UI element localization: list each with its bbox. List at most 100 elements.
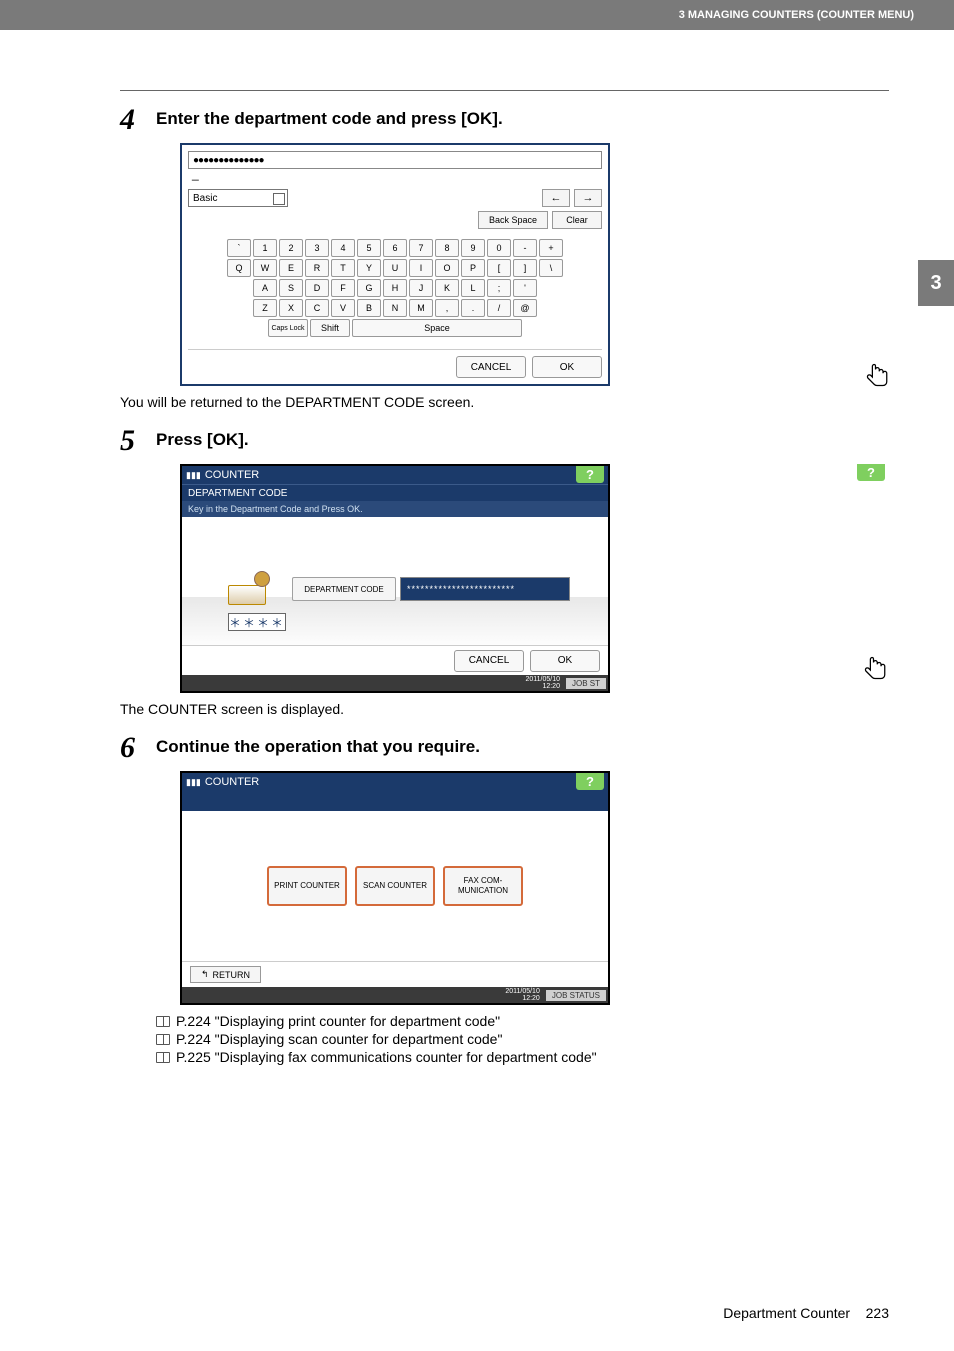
key[interactable]: 7 [409, 239, 433, 257]
key[interactable]: N [383, 299, 407, 317]
masked-input: ●●●●●●●●●●●●●● [193, 155, 264, 166]
key[interactable]: Z [253, 299, 277, 317]
arrow-left-button[interactable]: ← [542, 189, 570, 207]
counter-body: PRINT COUNTER SCAN COUNTER FAX COM- MUNI… [182, 811, 608, 961]
cursor-hand-icon [863, 362, 893, 392]
key[interactable]: @ [513, 299, 537, 317]
header-title: 3 MANAGING COUNTERS (COUNTER MENU) [679, 9, 914, 21]
scan-counter-button[interactable]: SCAN COUNTER [355, 866, 435, 906]
key[interactable]: \ [539, 259, 563, 277]
key[interactable]: ' [513, 279, 537, 297]
cursor-hand-icon [861, 655, 891, 685]
key[interactable]: G [357, 279, 381, 297]
dept-body: DEPARTMENT CODE ************************… [182, 517, 608, 645]
job-status-button[interactable]: JOB STATUS [546, 990, 606, 1001]
key[interactable]: / [487, 299, 511, 317]
step5-note: The COUNTER screen is displayed. [120, 701, 889, 717]
row-a: A S D F G H J K L ; ' [253, 279, 537, 297]
footer-section: Department Counter [723, 1305, 850, 1321]
ok-button[interactable]: OK [530, 650, 600, 672]
key[interactable]: L [461, 279, 485, 297]
department-code-button[interactable]: DEPARTMENT CODE [292, 577, 396, 601]
key[interactable]: 3 [305, 239, 329, 257]
clear-button[interactable]: Clear [552, 211, 602, 229]
key[interactable]: ; [487, 279, 511, 297]
space-key[interactable]: Space [352, 319, 522, 337]
key[interactable]: 6 [383, 239, 407, 257]
backspace-button[interactable]: Back Space [478, 211, 548, 229]
field-mask: ************************ [407, 584, 515, 594]
key[interactable]: M [409, 299, 433, 317]
key[interactable]: 8 [435, 239, 459, 257]
key[interactable]: B [357, 299, 381, 317]
help-button[interactable]: ? [576, 466, 604, 483]
counter-icon: ▮▮▮ [186, 470, 201, 481]
key[interactable]: F [331, 279, 355, 297]
page-footer: Department Counter 223 [723, 1305, 889, 1321]
help-button[interactable]: ? [576, 773, 604, 790]
ok-button[interactable]: OK [532, 356, 602, 378]
return-label: RETURN [213, 970, 251, 980]
key[interactable]: E [279, 259, 303, 277]
references: P.224 "Displaying print counter for depa… [156, 1013, 889, 1065]
fax-communication-button[interactable]: FAX COM- MUNICATION [443, 866, 523, 906]
key[interactable]: 0 [487, 239, 511, 257]
key[interactable]: A [253, 279, 277, 297]
key[interactable]: ] [513, 259, 537, 277]
key[interactable]: Q [227, 259, 251, 277]
key[interactable]: V [331, 299, 355, 317]
screen-title: COUNTER [205, 776, 259, 788]
counter-button-group: PRINT COUNTER SCAN COUNTER FAX COM- MUNI… [267, 866, 523, 906]
return-button[interactable]: ↰ RETURN [190, 966, 261, 983]
department-code-field[interactable]: ************************ [400, 577, 570, 601]
key[interactable]: D [305, 279, 329, 297]
step-number: 6 [120, 731, 156, 765]
stars-box: ＊＊＊＊ [228, 613, 286, 631]
step-title: Continue the operation that you require. [156, 731, 480, 757]
book-icon [156, 1052, 170, 1063]
key[interactable]: K [435, 279, 459, 297]
screen-titlebar: ▮▮▮ COUNTER ? [182, 466, 608, 484]
shift-key[interactable]: Shift [310, 319, 350, 337]
cancel-button[interactable]: CANCEL [454, 650, 524, 672]
key[interactable]: 2 [279, 239, 303, 257]
key[interactable]: C [305, 299, 329, 317]
row-z: Z X C V B N M , . / @ [253, 299, 537, 317]
key[interactable]: T [331, 259, 355, 277]
key[interactable]: + [539, 239, 563, 257]
card-icon [228, 575, 270, 605]
return-arrow-icon: ↰ [201, 969, 209, 980]
key[interactable]: R [305, 259, 329, 277]
screen-subtitle-bar: DEPARTMENT CODE ? [182, 484, 608, 501]
key[interactable]: [ [487, 259, 511, 277]
key[interactable]: S [279, 279, 303, 297]
key[interactable]: P [461, 259, 485, 277]
key[interactable]: 9 [461, 239, 485, 257]
key[interactable]: 1 [253, 239, 277, 257]
key[interactable]: Y [357, 259, 381, 277]
key[interactable]: O [435, 259, 459, 277]
keyboard-mode-select[interactable]: Basic [188, 189, 288, 207]
job-status-button[interactable]: JOB ST [566, 678, 606, 689]
caps-lock-key[interactable]: Caps Lock [268, 319, 308, 337]
key[interactable]: 4 [331, 239, 355, 257]
key[interactable]: J [409, 279, 433, 297]
row-q: Q W E R T Y U I O P [ ] \ [227, 259, 563, 277]
key[interactable]: I [409, 259, 433, 277]
print-counter-button[interactable]: PRINT COUNTER [267, 866, 347, 906]
key[interactable]: . [461, 299, 485, 317]
key[interactable]: X [279, 299, 303, 317]
arrow-right-button[interactable]: → [574, 189, 602, 207]
key[interactable]: W [253, 259, 277, 277]
key[interactable]: - [513, 239, 537, 257]
help-button-2[interactable]: ? [857, 464, 885, 481]
cancel-button[interactable]: CANCEL [456, 356, 526, 378]
step-number: 5 [120, 424, 156, 458]
key[interactable]: H [383, 279, 407, 297]
key[interactable]: 5 [357, 239, 381, 257]
screen-title: COUNTER [205, 469, 259, 481]
key[interactable]: ` [227, 239, 251, 257]
key[interactable]: U [383, 259, 407, 277]
header-bar: 3 MANAGING COUNTERS (COUNTER MENU) [0, 0, 954, 30]
key[interactable]: , [435, 299, 459, 317]
